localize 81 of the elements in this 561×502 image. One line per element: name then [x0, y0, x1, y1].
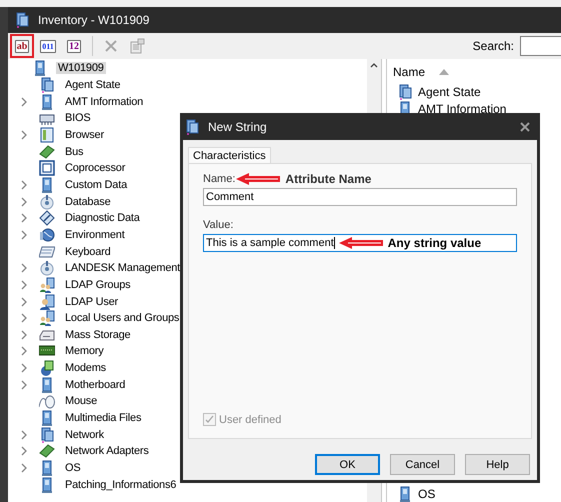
tree-item[interactable]: Modems — [63, 362, 108, 374]
annotation-label: Attribute Name — [285, 172, 372, 186]
computer-icon — [397, 486, 413, 502]
annotation-arrow — [235, 172, 282, 186]
dialog-button[interactable]: Help — [465, 454, 530, 475]
tree-item[interactable]: Local Users and Groups — [63, 312, 182, 324]
tree-item[interactable]: Diagnostic Data — [63, 212, 142, 224]
list-item[interactable]: Agent State — [418, 84, 481, 98]
tree-item[interactable]: Environment — [63, 228, 127, 241]
gear-icon — [39, 260, 55, 276]
gear-icon — [39, 194, 55, 210]
cross-icon — [103, 38, 119, 54]
tree-item[interactable]: Keyboard — [63, 246, 112, 258]
field-label: Value: — [203, 219, 234, 231]
search-label: Search: — [472, 39, 514, 53]
tree-item[interactable]: Multimedia Files — [63, 412, 144, 424]
window-icon — [39, 126, 55, 143]
tree-item[interactable]: Network Adapters — [63, 445, 151, 458]
users-icon — [39, 310, 55, 326]
diamond-icon — [39, 210, 55, 226]
users-icon — [39, 276, 55, 293]
tree-item[interactable]: Coprocessor — [63, 162, 128, 174]
globe-icon — [39, 226, 55, 243]
field-label: Name: — [203, 173, 236, 185]
computer-icon — [39, 376, 55, 393]
text-field[interactable]: This is a sample comment Any string value — [203, 234, 517, 252]
mouse-icon — [39, 393, 55, 410]
sort-arrow-icon — [439, 69, 450, 75]
tree-item[interactable]: OS — [63, 462, 82, 474]
tree-item[interactable]: Mass Storage — [63, 328, 132, 341]
tree-item[interactable]: BIOS — [63, 112, 92, 124]
tree-item[interactable]: Custom Data — [63, 178, 129, 191]
tree-item[interactable]: Browser — [63, 128, 106, 141]
network-icon — [14, 12, 30, 28]
modem-icon — [39, 360, 55, 376]
tree-item[interactable]: Network — [63, 428, 106, 441]
dialog-title: New String — [208, 120, 268, 134]
square-icon — [39, 160, 55, 176]
close-icon[interactable] — [520, 122, 530, 132]
user-icon — [39, 294, 55, 310]
tree-item[interactable]: LDAP User — [63, 296, 120, 308]
tree-item[interactable]: AMT Information — [63, 96, 146, 108]
list-item[interactable]: OS — [418, 486, 436, 500]
board-icon — [39, 443, 55, 460]
tree-item[interactable]: Agent State — [63, 78, 122, 91]
tree-item[interactable]: Patching_Informations6 — [63, 478, 178, 491]
network-icon — [39, 76, 55, 93]
tree-item[interactable]: Database — [63, 196, 112, 208]
annotation-label: Any string value — [388, 236, 482, 250]
computer-icon — [39, 476, 55, 493]
list-item[interactable]: AMT Information — [418, 102, 506, 116]
tree-item[interactable]: Memory — [63, 345, 106, 358]
network-icon — [397, 84, 413, 100]
checkbox-label: User defined — [219, 414, 282, 426]
tree-item[interactable]: Mouse — [63, 395, 100, 408]
toolbar-button[interactable]: 011 — [36, 34, 60, 58]
tree-item[interactable]: W101909 — [56, 62, 106, 74]
computer-icon — [39, 176, 55, 193]
annotation-arrow — [338, 236, 384, 250]
tree-item[interactable]: Motherboard — [63, 378, 128, 391]
tree-item[interactable]: LDAP Groups — [63, 278, 132, 291]
keyboard-icon — [39, 244, 55, 260]
computer-icon — [32, 60, 48, 76]
computer-icon — [39, 94, 55, 110]
computer-icon — [39, 460, 55, 476]
toolbar-button[interactable]: 12 — [62, 34, 86, 58]
properties-icon — [129, 38, 145, 54]
tab[interactable]: Characteristics — [188, 147, 271, 164]
tree-item[interactable]: LANDESK Management — [63, 262, 182, 274]
search-field[interactable] — [520, 36, 561, 56]
dialog-button[interactable]: OK — [315, 454, 380, 475]
computer-icon — [39, 410, 55, 426]
network-icon — [184, 118, 200, 134]
dialog-button[interactable]: Cancel — [390, 454, 455, 475]
board-icon — [39, 144, 55, 160]
network-icon — [39, 426, 55, 443]
text-field[interactable]: Comment — [203, 188, 517, 206]
window-title: Inventory - W101909 — [38, 13, 150, 27]
column-header[interactable]: Name — [393, 65, 426, 79]
tree-item[interactable]: Bus — [63, 146, 86, 158]
toolbar-button[interactable]: ab — [10, 34, 34, 58]
